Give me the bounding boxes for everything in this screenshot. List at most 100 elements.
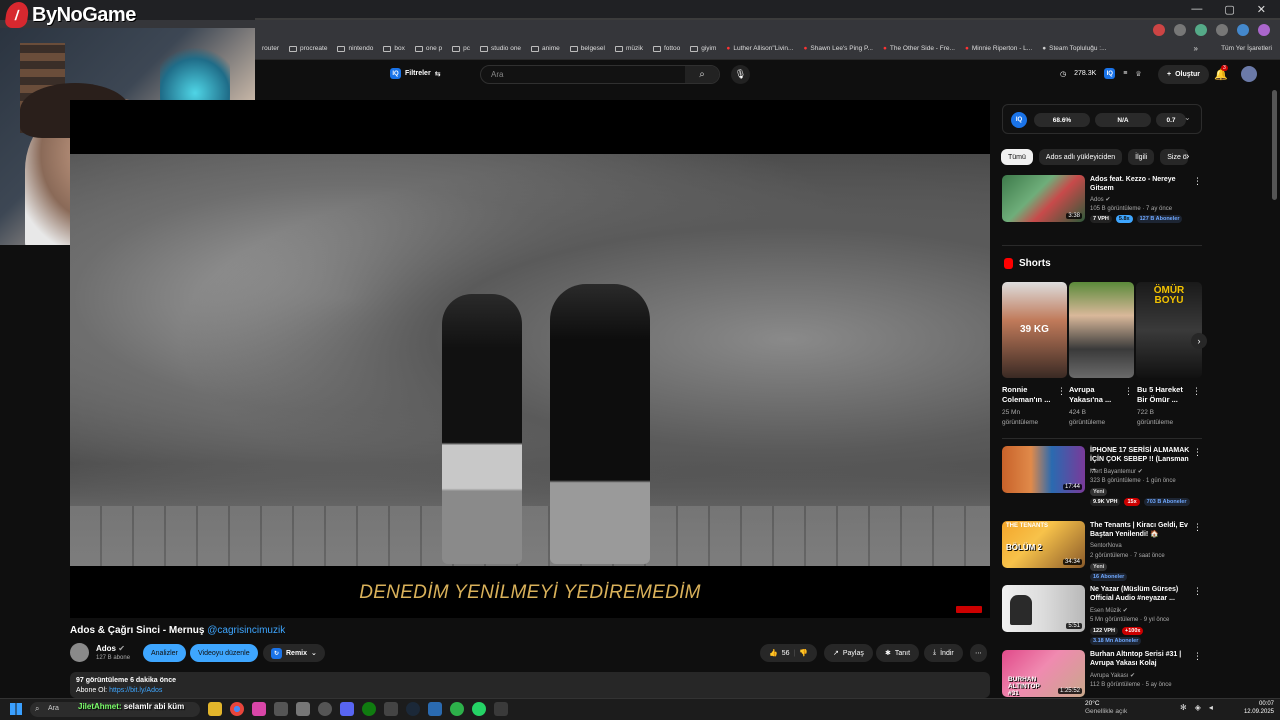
maximize-icon[interactable]: ▢	[1224, 3, 1234, 16]
all-bookmarks[interactable]: Tüm Yer İşaretleri	[1221, 45, 1272, 52]
dislike-icon[interactable]: 👎	[799, 649, 808, 657]
channel-name[interactable]: Ados ✔	[96, 644, 125, 653]
bookmark-item[interactable]: ● Luther Allison"Livin...	[726, 45, 793, 52]
close-icon[interactable]: ✕	[1257, 3, 1266, 16]
iq-icon[interactable]: IQ	[1104, 68, 1116, 79]
more-vert-icon[interactable]: ⋮	[1124, 386, 1133, 397]
bookmark-item[interactable]: anime	[531, 45, 560, 52]
sidebar-video[interactable]: 3:38 Ados feat. Kezzo - Nereye Gitsem Ad…	[1002, 175, 1202, 225]
app-icon[interactable]	[450, 702, 464, 716]
bookmark-item[interactable]: ● Minnie Riperton - L...	[965, 45, 1032, 52]
xbox-icon[interactable]	[362, 702, 376, 716]
bookmark-item[interactable]: ● Shawn Lee's Ping P...	[803, 45, 873, 52]
chip-from-uploader[interactable]: Ados adlı yükleyiciden	[1038, 149, 1123, 165]
more-vert-icon[interactable]: ⋮	[1057, 386, 1066, 397]
more-vert-icon[interactable]: ⋮	[1193, 447, 1202, 458]
video-title[interactable]: Ados feat. Kezzo - Nereye Gitsem	[1090, 175, 1190, 193]
description-box[interactable]: 97 görüntüleme 6 dakika önce Abone Ol: h…	[70, 672, 990, 698]
profile-icon[interactable]	[1258, 24, 1270, 36]
page-scrollbar[interactable]	[1272, 90, 1277, 200]
extension-icon[interactable]	[1153, 24, 1165, 36]
extension-icon[interactable]	[1174, 24, 1186, 36]
bookmark-item[interactable]: box	[383, 45, 405, 52]
remix-button[interactable]: ↻ Remix ⌄	[263, 644, 325, 662]
short-title[interactable]: Avrupa Yakası'na ...	[1069, 385, 1124, 405]
file-explorer-icon[interactable]	[208, 702, 222, 716]
app-icon[interactable]	[384, 702, 398, 716]
video-thumbnail[interactable]: THE TENANTS BÖLÜM 2 34:34	[1002, 521, 1085, 568]
more-vert-icon[interactable]: ⋮	[1192, 386, 1201, 397]
app-icon[interactable]	[252, 702, 266, 716]
notifications-bell-icon[interactable]: 🔔 3	[1214, 65, 1228, 81]
video-player[interactable]: DENEDİM YENİLMEYİ YEDİREMEDİM	[70, 100, 990, 618]
app-icon[interactable]	[296, 702, 310, 716]
channel-avatar[interactable]	[70, 643, 89, 662]
short-thumbnail[interactable]: ÖMÜR BOYU	[1136, 282, 1202, 378]
network-icon[interactable]: ◈	[1195, 703, 1201, 712]
search-icon[interactable]: ⌕	[685, 66, 719, 83]
share-button[interactable]: ↗ Paylaş	[824, 644, 873, 662]
video-channel[interactable]: SentorNova	[1090, 543, 1122, 549]
whatsapp-icon[interactable]	[472, 702, 486, 716]
video-thumbnail[interactable]: BURHAN ALTINTOP #31 1:25:52	[1002, 650, 1085, 697]
download-button[interactable]: ⤓ İndir	[924, 644, 963, 662]
extension-icon[interactable]	[1195, 24, 1207, 36]
extension-icon[interactable]	[1216, 24, 1228, 36]
more-vert-icon[interactable]: ⋮	[1193, 586, 1202, 597]
analytics-button[interactable]: Analizler	[143, 644, 186, 662]
subscribe-link[interactable]: https://bit.ly/Ados	[109, 687, 162, 694]
volume-icon[interactable]: ◂	[1209, 703, 1213, 712]
steam-icon[interactable]	[406, 702, 420, 716]
sidebar-video[interactable]: 5:51 Ne Yazar (Müslüm Gürses) Official A…	[1002, 585, 1202, 645]
channel-tag-link[interactable]: @cagrisincimuzik	[207, 625, 285, 636]
chevron-down-icon[interactable]: ⌄	[1184, 113, 1191, 122]
edit-video-button[interactable]: Videoyu düzenle	[190, 644, 258, 662]
bookmark-item[interactable]: procreate	[288, 45, 327, 52]
video-title[interactable]: Burhan Altıntop Serisi #31 | Avrupa Yaka…	[1090, 650, 1190, 668]
video-thumbnail[interactable]: 5:51	[1002, 585, 1085, 632]
chevron-right-icon[interactable]: ›	[1186, 151, 1189, 162]
create-button[interactable]: + Oluştur	[1158, 65, 1209, 84]
more-vert-icon[interactable]: ⋮	[1193, 176, 1202, 187]
more-actions-icon[interactable]: ⋯	[970, 644, 987, 662]
bookmark-item[interactable]: pc	[452, 45, 470, 52]
settings-icon[interactable]: ✻	[1180, 703, 1187, 712]
more-vert-icon[interactable]: ⋮	[1193, 522, 1202, 533]
app-icon[interactable]	[274, 702, 288, 716]
search-input[interactable]: Ara	[491, 70, 503, 79]
like-icon[interactable]: 👍	[769, 649, 778, 657]
filter-button[interactable]: IQ Filtreler ⇆	[390, 68, 441, 79]
video-thumbnail[interactable]: 17:44	[1002, 446, 1085, 493]
promote-button[interactable]: ✱ Tanıt	[876, 644, 920, 662]
bookmark-item[interactable]: giyim	[690, 45, 716, 52]
microphone-icon[interactable]: 🎙	[731, 65, 750, 84]
minimize-icon[interactable]: —	[1191, 3, 1202, 16]
sidebar-video[interactable]: 17:44 İPHONE 17 SERİSİ ALMAMAK İÇİN ÇOK …	[1002, 446, 1202, 506]
account-avatar[interactable]	[1241, 66, 1257, 82]
bookmark-item[interactable]: one p	[414, 45, 442, 52]
search-box[interactable]: Ara ⌕	[480, 65, 720, 84]
video-channel[interactable]: Avrupa Yakası ✔	[1090, 672, 1135, 679]
trophy-icon[interactable]: ♕	[1135, 70, 1141, 78]
windows-start-icon[interactable]	[10, 703, 22, 715]
video-thumbnail[interactable]: 3:38	[1002, 175, 1085, 222]
video-title[interactable]: Ne Yazar (Müslüm Gürses) Official Audio …	[1090, 585, 1190, 603]
video-channel[interactable]: Ados ✔	[1090, 196, 1110, 203]
chevron-right-icon[interactable]: »	[1194, 44, 1198, 53]
video-title[interactable]: The Tenants | Kiracı Geldi, Ev Baştan Ye…	[1090, 521, 1190, 539]
discord-icon[interactable]	[340, 702, 354, 716]
bookmark-item[interactable]: studio one	[480, 45, 521, 52]
weather-widget[interactable]: 20°C Genellikle açık	[1085, 700, 1127, 716]
chrome-icon[interactable]	[230, 702, 244, 716]
sidebar-video[interactable]: THE TENANTS BÖLÜM 2 34:34 The Tenants | …	[1002, 521, 1202, 581]
extension-icon[interactable]	[1237, 24, 1249, 36]
more-vert-icon[interactable]: ⋮	[1193, 651, 1202, 662]
short-title[interactable]: Bu 5 Hareket Bir Ömür ...	[1137, 385, 1192, 405]
bookmark-item[interactable]: nintendo	[337, 45, 373, 52]
bookmark-item[interactable]: router	[262, 45, 279, 52]
bookmark-item[interactable]: müzik	[614, 45, 643, 52]
short-thumbnail[interactable]: 39 KG	[1002, 282, 1067, 378]
bookmark-item[interactable]: ● Steam Topluluğu :...	[1042, 45, 1106, 52]
video-channel[interactable]: Esen Müzik ✔	[1090, 607, 1128, 614]
short-title[interactable]: Ronnie Coleman'ın ...	[1002, 385, 1057, 405]
